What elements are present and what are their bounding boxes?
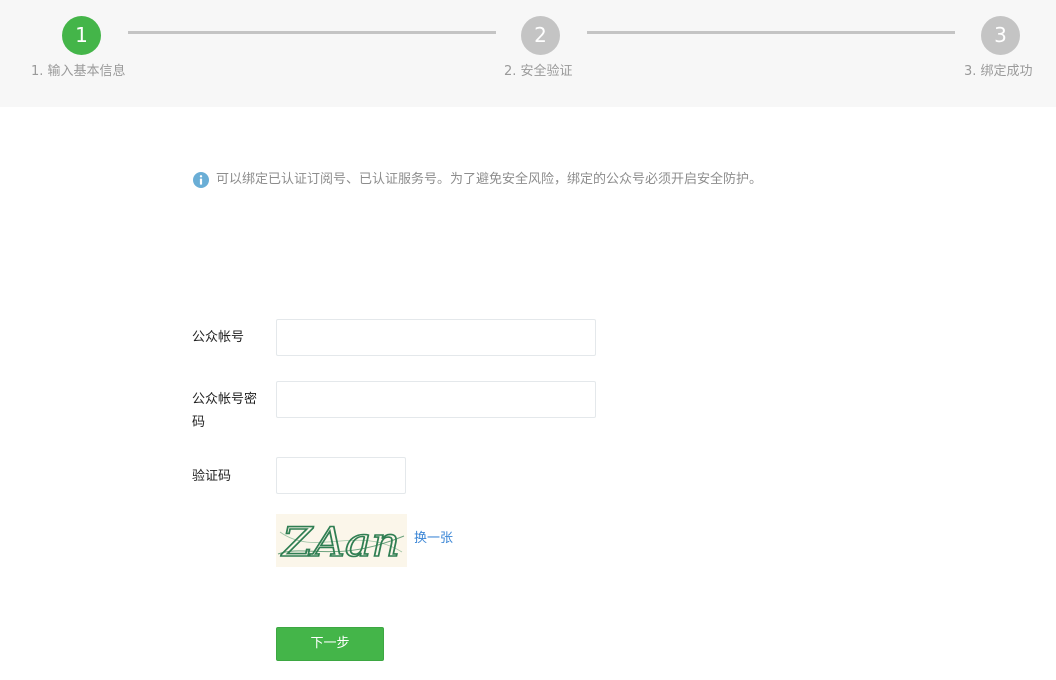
step-3-label: 3. 绑定成功 xyxy=(964,64,1033,79)
step-2-circle: 2 xyxy=(521,16,560,55)
step-2-label: 2. 安全验证 xyxy=(504,64,573,79)
refresh-captcha-link[interactable]: 换一张 xyxy=(414,529,453,549)
bind-notice: 可以绑定已认证订阅号、已认证服务号。为了避免安全风险，绑定的公众号必须开启安全防… xyxy=(193,171,762,189)
step-1-circle: 1 xyxy=(62,16,101,55)
next-step-button[interactable]: 下一步 xyxy=(276,627,384,661)
step-connector-1 xyxy=(128,31,496,34)
step-1-label: 1. 输入基本信息 xyxy=(31,64,126,79)
info-icon xyxy=(193,172,209,188)
account-input[interactable] xyxy=(276,319,596,356)
captcha-graphic: ZAan xyxy=(277,519,405,567)
step-3-circle: 3 xyxy=(981,16,1020,55)
notice-text: 可以绑定已认证订阅号、已认证服务号。为了避免安全风险，绑定的公众号必须开启安全防… xyxy=(216,172,763,187)
password-label: 公众帐号密码 xyxy=(192,392,258,430)
password-input[interactable] xyxy=(276,381,596,418)
step-connector-2 xyxy=(587,31,955,34)
captcha-text: ZAan xyxy=(280,520,400,566)
captcha-image[interactable]: ZAan xyxy=(276,514,407,567)
account-label: 公众帐号 xyxy=(192,330,245,345)
captcha-label: 验证码 xyxy=(192,469,232,484)
progress-stepper: 1 2 3 1. 输入基本信息 2. 安全验证 3. 绑定成功 xyxy=(0,0,1056,107)
captcha-input[interactable] xyxy=(276,457,406,494)
